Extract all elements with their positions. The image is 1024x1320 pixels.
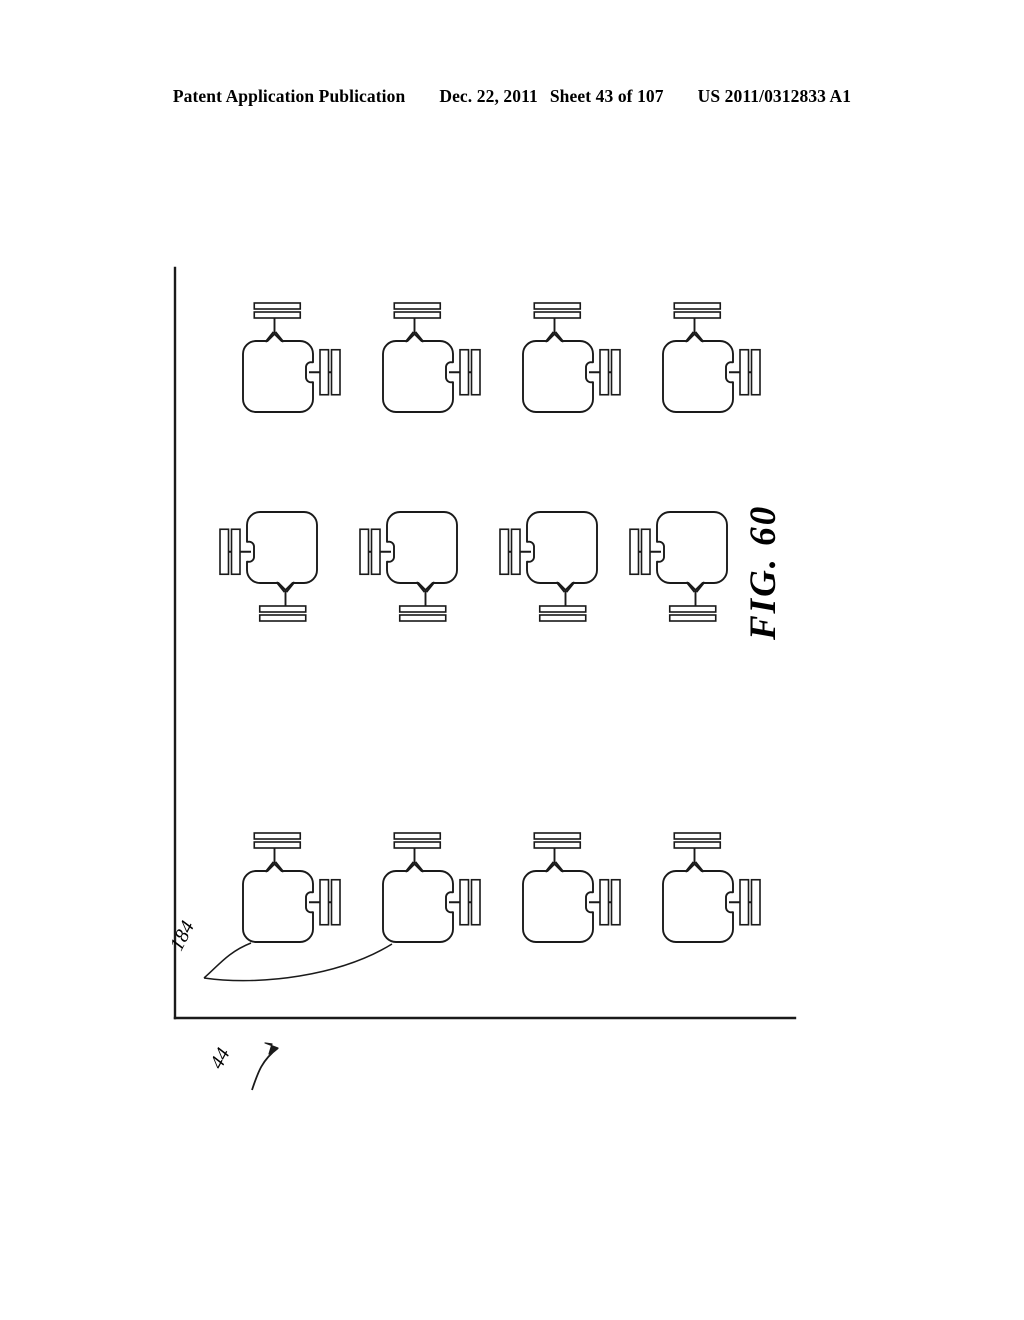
heater-bar: [398, 614, 447, 622]
nozzle-chamber: [386, 511, 458, 591]
heater-bar: [750, 348, 761, 396]
heater-bar: [393, 832, 442, 840]
nozzle-chamber: [242, 863, 314, 943]
heater-bar: [219, 528, 230, 576]
figure-drawing: [173, 266, 797, 1091]
heater-bar: [370, 528, 381, 576]
heater-bar: [330, 348, 341, 396]
heater-bar: [359, 528, 370, 576]
nozzle-unit-cell: [242, 302, 341, 413]
nozzle-unit-cell: [499, 511, 598, 622]
heater-bar: [533, 311, 582, 319]
heater-bar: [668, 605, 717, 613]
heater-bar: [258, 605, 307, 613]
heater-bar: [330, 878, 341, 926]
heater-bar: [319, 348, 330, 396]
heater-bar: [599, 348, 610, 396]
heater-bar: [393, 302, 442, 310]
heater-bar: [538, 605, 587, 613]
row-bottom: [242, 832, 761, 943]
heater-bar: [253, 302, 302, 310]
nozzle-unit-cell: [522, 832, 621, 943]
heater-bar: [629, 528, 640, 576]
nozzle-unit-cell: [242, 832, 341, 943]
heater-bar: [533, 841, 582, 849]
heater-bar: [459, 348, 470, 396]
nozzle-chamber: [522, 333, 594, 413]
substrate-frame: [173, 266, 797, 1020]
heater-bar: [673, 311, 722, 319]
heater-bar: [673, 832, 722, 840]
heater-bar: [393, 311, 442, 319]
heater-bar: [459, 878, 470, 926]
heater-bar: [499, 528, 510, 576]
heater-bar: [610, 878, 621, 926]
leader-line-184-a: [203, 942, 252, 979]
nozzle-unit-cell: [662, 832, 761, 943]
heater-bar: [510, 528, 521, 576]
nozzle-unit-cell: [522, 302, 621, 413]
heater-bar: [533, 832, 582, 840]
heater-bar: [253, 832, 302, 840]
heater-bar: [470, 878, 481, 926]
nozzle-cell-array: [219, 302, 761, 943]
heater-bar: [470, 348, 481, 396]
heater-bar: [739, 348, 750, 396]
nozzle-unit-cell: [629, 511, 728, 622]
nozzle-chamber: [382, 863, 454, 943]
heater-bar: [538, 614, 587, 622]
nozzle-chamber: [526, 511, 598, 591]
row-top: [242, 302, 761, 413]
heater-bar: [668, 614, 717, 622]
heater-bar: [750, 878, 761, 926]
heater-bar: [533, 302, 582, 310]
heater-bar: [319, 878, 330, 926]
leader-lines: [203, 942, 393, 1091]
heater-bar: [673, 302, 722, 310]
heater-bar: [253, 841, 302, 849]
heater-bar: [599, 878, 610, 926]
leader-line-184-b: [203, 943, 393, 982]
row-middle: [219, 511, 728, 622]
nozzle-chamber: [242, 333, 314, 413]
nozzle-unit-cell: [382, 832, 481, 943]
nozzle-chamber: [656, 511, 728, 591]
leader-arrowhead-44: [264, 1042, 279, 1055]
nozzle-chamber: [522, 863, 594, 943]
nozzle-chamber: [246, 511, 318, 591]
heater-bar: [673, 841, 722, 849]
heater-bar: [640, 528, 651, 576]
nozzle-unit-cell: [359, 511, 458, 622]
nozzle-unit-cell: [382, 302, 481, 413]
nozzle-chamber: [382, 333, 454, 413]
heater-bar: [739, 878, 750, 926]
heater-bar: [610, 348, 621, 396]
nozzle-unit-cell: [219, 511, 318, 622]
heater-bar: [230, 528, 241, 576]
nozzle-unit-cell: [662, 302, 761, 413]
heater-bar: [393, 841, 442, 849]
nozzle-chamber: [662, 863, 734, 943]
heater-bar: [253, 311, 302, 319]
leader-line-44: [251, 1047, 279, 1091]
nozzle-chamber: [662, 333, 734, 413]
figure-label: FIG. 60: [743, 504, 784, 640]
heater-bar: [258, 614, 307, 622]
heater-bar: [398, 605, 447, 613]
